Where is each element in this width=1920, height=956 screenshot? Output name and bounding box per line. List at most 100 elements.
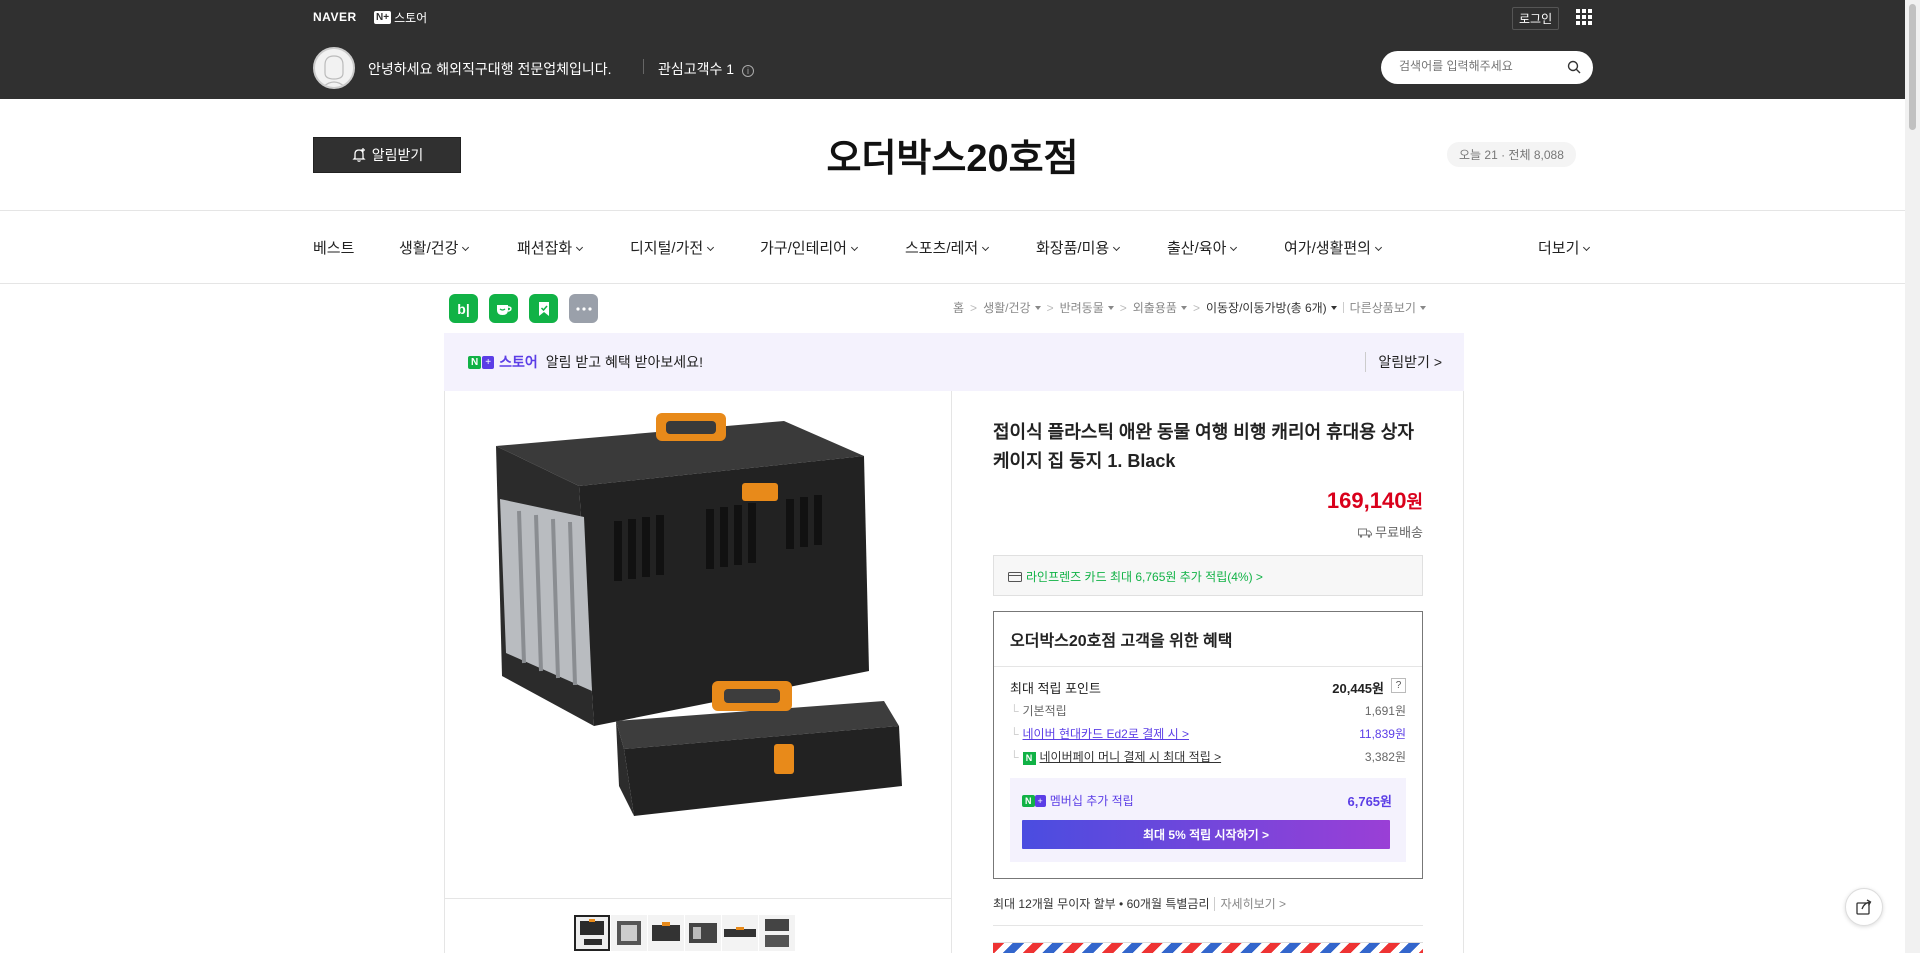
bookmark-icon — [538, 301, 549, 316]
blog-icon: b| — [457, 300, 470, 317]
chevron-down-icon — [707, 243, 715, 252]
breadcrumb-home[interactable]: 홈 — [953, 299, 964, 316]
category-label: 출산/육아 — [1167, 240, 1227, 257]
share-bookmark-button[interactable] — [529, 294, 558, 323]
breadcrumb: 홈 > 생활/건강 > 반려동물 > 외출용품 > 이동장/이동가방(총 6개)… — [953, 299, 1426, 316]
category-furniture[interactable]: 가구/인테리어 — [760, 237, 859, 258]
hyundai-card-link[interactable]: 네이버 현대카드 Ed2로 결제 시 > — [1023, 727, 1189, 741]
caret-down-icon — [1180, 305, 1187, 310]
info-icon[interactable]: i — [741, 65, 754, 77]
breadcrumb-cat2[interactable]: 반려동물 — [1060, 299, 1114, 316]
page-scrollbar[interactable] — [1905, 0, 1920, 953]
tree-branch-icon: └ — [1010, 727, 1019, 741]
caret-down-icon — [1107, 305, 1114, 310]
breadcrumb-current[interactable]: 이동장/이동가방(총 6개) — [1206, 299, 1337, 316]
thumbnail-1[interactable] — [574, 915, 610, 951]
thumbnail-6[interactable] — [759, 915, 795, 951]
chevron-down-icon — [1583, 243, 1591, 252]
divider — [993, 925, 1423, 926]
share-blog-button[interactable]: b| — [449, 294, 478, 323]
installment-text: 최대 12개월 무이자 할부 • 60개월 특별금리 — [993, 897, 1210, 911]
chevron-down-icon — [982, 243, 990, 252]
membership-label: 멤버십 추가 적립 — [1049, 794, 1134, 808]
chevron-down-icon — [850, 243, 859, 252]
category-label: 베스트 — [313, 240, 355, 257]
chevron-down-icon — [576, 243, 584, 252]
promo-store-label: 스토어 — [499, 354, 538, 370]
breadcrumb-label: 다른상품보기 — [1349, 301, 1416, 315]
credit-card-icon — [1008, 572, 1022, 582]
divider — [1342, 302, 1344, 313]
product-main-image[interactable] — [444, 391, 952, 898]
thumbnail-2[interactable] — [611, 915, 647, 951]
share-icon — [1856, 899, 1872, 915]
category-fashion[interactable]: 패션잡화 — [517, 237, 584, 258]
category-leisure[interactable]: 여가/생활편의 — [1284, 237, 1383, 258]
promo-lead: N + 스토어 알림 받고 혜택 받아보세요! — [468, 352, 703, 372]
breadcrumb-cat1[interactable]: 생활/건강 — [983, 299, 1041, 316]
naver-logo[interactable]: NAVER — [313, 10, 357, 24]
chevron-down-icon — [1113, 243, 1121, 252]
category-sports[interactable]: 스포츠/레저 — [905, 237, 990, 258]
help-icon[interactable]: ? — [1391, 678, 1406, 693]
login-button[interactable]: 로그인 — [1512, 7, 1560, 30]
nstore-logo[interactable]: N+ 스토어 — [374, 9, 427, 26]
base-points-label: 기본적립 — [1022, 704, 1067, 718]
category-more[interactable]: 더보기 — [1538, 237, 1591, 258]
breadcrumb-cat3[interactable]: 외출용품 — [1133, 299, 1187, 316]
nplus-logo: N + — [468, 355, 495, 369]
floating-share-button[interactable] — [1845, 888, 1883, 926]
hyundai-card-row: └ 네이버 현대카드 Ed2로 결제 시 > 11,839원 — [1010, 725, 1406, 742]
global-top-bar: NAVER N+ 스토어 로그인 안녕하세요 해외직구대행 전문업체입니다. 관… — [0, 0, 1905, 99]
breadcrumb-label: 외출용품 — [1132, 301, 1177, 315]
category-digital[interactable]: 디지털/가전 — [630, 237, 715, 258]
breadcrumb-separator: > — [1192, 300, 1200, 315]
search-input[interactable] — [1399, 59, 1559, 73]
max-points-row: 최대 적립 포인트 20,445원 ? — [1010, 678, 1406, 697]
membership-start-button[interactable]: 최대 5% 적립 시작하기 > — [1022, 820, 1390, 849]
npay-value: 3,382원 — [1364, 750, 1406, 764]
category-beauty[interactable]: 화장품/미용 — [1036, 237, 1121, 258]
category-nav: 베스트 생활/건강 패션잡화 디지털/가전 가구/인테리어 스포츠/레저 화장품… — [0, 211, 1905, 284]
other-products-link[interactable]: 다른상품보기 — [1350, 299, 1426, 316]
thumbnail-4[interactable] — [685, 915, 721, 951]
store-benefit-box: 오더박스20호점 고객을 위한 혜택 최대 적립 포인트 20,445원 ? └… — [993, 611, 1423, 879]
membership-box: N + 멤버십 추가 적립 6,765원 최대 5% 적립 시작하기 > — [1010, 778, 1406, 862]
thumbnail-3[interactable] — [648, 915, 684, 951]
cafe-icon — [496, 304, 512, 315]
scrollbar-thumb[interactable] — [1909, 4, 1916, 130]
max-points-label: 최대 적립 포인트 — [1010, 681, 1101, 696]
chevron-down-icon — [462, 243, 470, 252]
caret-down-icon — [1419, 305, 1426, 310]
thumbnail-strip — [444, 898, 952, 953]
share-cafe-button[interactable] — [489, 294, 518, 323]
membership-value: 6,765원 — [1347, 794, 1393, 809]
product-price: 169,140원 — [1327, 488, 1423, 514]
store-avatar[interactable] — [313, 47, 355, 89]
category-best[interactable]: 베스트 — [313, 237, 354, 258]
benefit-heading: 오더박스20호점 고객을 위한 혜택 — [1010, 633, 1233, 650]
installment-more-link[interactable]: 자세히보기 > — [1213, 897, 1287, 911]
store-name[interactable]: 오더박스20호점 — [0, 127, 1905, 182]
card-offer-text: 라인프렌즈 카드 최대 6,765원 추가 적립(4%) > — [1026, 570, 1263, 584]
nplus-plus: + — [482, 355, 495, 369]
breadcrumb-separator: > — [1119, 300, 1127, 315]
category-baby[interactable]: 출산/육아 — [1167, 237, 1238, 258]
store-header: 알림받기 오더박스20호점 오늘 21 · 전체 8,088 — [0, 99, 1905, 211]
base-points-value: 1,691원 — [1364, 704, 1406, 718]
category-life-health[interactable]: 생활/건강 — [399, 237, 470, 258]
share-more-button[interactable] — [569, 294, 598, 323]
category-label: 여가/생활편의 — [1284, 240, 1371, 257]
apps-grid-icon[interactable] — [1576, 9, 1592, 25]
nplus-n: N — [468, 355, 482, 369]
favorite-customers[interactable]: 관심고객수 1 i — [658, 59, 754, 79]
price-unit: 원 — [1406, 492, 1423, 512]
search-icon[interactable] — [1567, 60, 1581, 74]
thumbnail-5[interactable] — [722, 915, 758, 951]
npay-link[interactable]: 네이버페이 머니 결제 시 최대 적립 > — [1040, 750, 1222, 764]
promo-alarm-link[interactable]: 알림받기 > — [1365, 352, 1442, 372]
breadcrumb-separator: > — [1046, 300, 1054, 315]
card-offer-banner[interactable]: 라인프렌즈 카드 최대 6,765원 추가 적립(4%) > — [993, 555, 1423, 596]
breadcrumb-label: 이동장/이동가방(총 6개) — [1205, 301, 1327, 315]
category-label: 더보기 — [1538, 240, 1580, 257]
